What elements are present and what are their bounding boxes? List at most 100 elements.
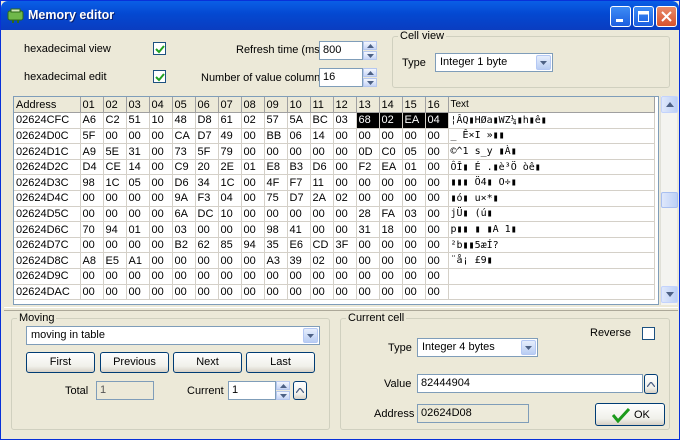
- byte-cell[interactable]: 00: [149, 174, 173, 192]
- value-columns-down-button[interactable]: [363, 78, 377, 87]
- byte-cell[interactable]: 00: [126, 237, 150, 254]
- byte-cell[interactable]: 00: [126, 284, 150, 301]
- byte-cell[interactable]: 00: [195, 252, 219, 270]
- byte-cell[interactable]: 00: [333, 206, 357, 223]
- byte-cell[interactable]: 39: [287, 252, 311, 270]
- byte-cell[interactable]: 00: [287, 284, 311, 301]
- byte-cell[interactable]: 00: [287, 206, 311, 223]
- byte-cell[interactable]: 02: [379, 112, 403, 129]
- byte-cell[interactable]: 00: [264, 268, 288, 285]
- byte-cell[interactable]: 00: [241, 174, 265, 192]
- byte-cell[interactable]: 00: [103, 284, 127, 301]
- byte-cell[interactable]: 14: [126, 159, 150, 176]
- byte-cell[interactable]: 00: [425, 206, 449, 223]
- byte-cell[interactable]: 00: [425, 159, 449, 176]
- byte-cell[interactable]: 00: [425, 143, 449, 160]
- byte-cell[interactable]: 00: [402, 237, 426, 254]
- byte-cell[interactable]: 02: [333, 190, 357, 207]
- text-cell[interactable]: ÔÎ▮ É .▮è³Ö òê▮: [448, 159, 655, 176]
- column-header[interactable]: Address: [14, 97, 81, 114]
- byte-cell[interactable]: B2: [172, 237, 196, 254]
- byte-cell[interactable]: 00: [149, 159, 173, 176]
- byte-cell[interactable]: 00: [287, 268, 311, 285]
- byte-cell[interactable]: 00: [126, 190, 150, 207]
- byte-cell[interactable]: 1C: [218, 174, 242, 192]
- byte-cell[interactable]: 00: [172, 252, 196, 270]
- byte-cell[interactable]: A8: [80, 252, 104, 270]
- byte-cell[interactable]: 00: [195, 268, 219, 285]
- column-header[interactable]: 15: [402, 97, 426, 114]
- byte-cell[interactable]: 10: [218, 206, 242, 223]
- close-window-button[interactable]: [656, 6, 677, 27]
- moving-mode-select[interactable]: moving in table: [26, 326, 320, 345]
- title-bar[interactable]: Memory editor: [1, 1, 679, 30]
- byte-cell[interactable]: 35: [264, 237, 288, 254]
- current-up-button[interactable]: [276, 381, 290, 390]
- byte-cell[interactable]: 00: [333, 284, 357, 301]
- byte-cell[interactable]: 28: [356, 206, 380, 223]
- byte-cell[interactable]: 00: [172, 284, 196, 301]
- scroll-down-button[interactable]: [661, 286, 678, 303]
- byte-cell[interactable]: 10: [149, 112, 173, 129]
- byte-cell[interactable]: 00: [310, 143, 334, 160]
- column-header[interactable]: 05: [172, 97, 196, 114]
- byte-cell[interactable]: 2E: [218, 159, 242, 176]
- byte-cell[interactable]: 00: [402, 128, 426, 145]
- grid-vertical-scrollbar[interactable]: [660, 96, 678, 305]
- byte-cell[interactable]: 00: [149, 143, 173, 160]
- byte-cell[interactable]: 00: [333, 159, 357, 176]
- text-cell[interactable]: [448, 284, 655, 301]
- byte-cell[interactable]: 57: [264, 112, 288, 129]
- byte-cell[interactable]: 6A: [172, 206, 196, 223]
- byte-cell[interactable]: 00: [379, 284, 403, 301]
- byte-cell[interactable]: 00: [241, 284, 265, 301]
- scroll-up-button[interactable]: [661, 96, 678, 113]
- byte-cell[interactable]: F3: [195, 190, 219, 207]
- table-row[interactable]: 02624D9C 00 00 00 00 00 00 00 00 00 00 00 00 00 00 00 00: [14, 268, 655, 285]
- byte-cell[interactable]: 00: [333, 143, 357, 160]
- byte-cell[interactable]: 06: [287, 128, 311, 145]
- byte-cell[interactable]: 00: [218, 221, 242, 238]
- byte-cell[interactable]: 00: [241, 268, 265, 285]
- text-cell[interactable]: p▮▮ ▮ ▮A 1▮: [448, 221, 655, 238]
- byte-cell[interactable]: 03: [402, 206, 426, 223]
- table-row[interactable]: 02624D6C 70 94 01 00 03 00 00 00 98 41 00 00 31 18 00 00…: [14, 221, 655, 238]
- ok-button[interactable]: OK: [595, 403, 665, 426]
- byte-cell[interactable]: 00: [195, 284, 219, 301]
- byte-cell[interactable]: 00: [333, 174, 357, 192]
- byte-cell[interactable]: BB: [264, 128, 288, 145]
- byte-cell[interactable]: 00: [402, 221, 426, 238]
- byte-cell[interactable]: 31: [356, 221, 380, 238]
- byte-cell[interactable]: 00: [264, 284, 288, 301]
- column-header[interactable]: 08: [241, 97, 265, 114]
- byte-cell[interactable]: 5E: [103, 143, 127, 160]
- byte-cell[interactable]: 9A: [172, 190, 196, 207]
- cell-view-type-dropdown-button[interactable]: [536, 55, 551, 70]
- byte-cell[interactable]: E5: [103, 252, 127, 270]
- byte-cell[interactable]: 34: [195, 174, 219, 192]
- byte-cell[interactable]: 00: [425, 128, 449, 145]
- text-cell[interactable]: ²b▮▮5æÍ?: [448, 237, 655, 254]
- panel-splitter[interactable]: [4, 307, 678, 311]
- byte-cell[interactable]: 00: [80, 268, 104, 285]
- byte-cell[interactable]: 00: [149, 190, 173, 207]
- first-button[interactable]: First: [26, 352, 95, 373]
- text-cell[interactable]: ¨å¡ £9▮: [448, 252, 655, 270]
- byte-cell[interactable]: 00: [333, 268, 357, 285]
- byte-cell[interactable]: 01: [402, 159, 426, 176]
- byte-cell[interactable]: D6: [172, 174, 196, 192]
- byte-cell[interactable]: 5A: [287, 112, 311, 129]
- moving-mode-dropdown-button[interactable]: [303, 328, 318, 343]
- byte-cell[interactable]: 14: [310, 128, 334, 145]
- byte-cell[interactable]: B3: [287, 159, 311, 176]
- byte-cell[interactable]: 00: [425, 174, 449, 192]
- byte-cell[interactable]: 79: [218, 143, 242, 160]
- byte-cell[interactable]: A6: [80, 112, 104, 129]
- reverse-checkbox[interactable]: [642, 327, 655, 340]
- byte-cell[interactable]: 00: [356, 237, 380, 254]
- table-row[interactable]: 02624D8C A8 E5 A1 00 00 00 00 00 A3 39 02 00 00 00 00 00…: [14, 252, 655, 270]
- byte-cell[interactable]: 0D: [356, 143, 380, 160]
- byte-cell[interactable]: C9: [172, 159, 196, 176]
- byte-cell[interactable]: 00: [218, 268, 242, 285]
- byte-cell[interactable]: D6: [310, 159, 334, 176]
